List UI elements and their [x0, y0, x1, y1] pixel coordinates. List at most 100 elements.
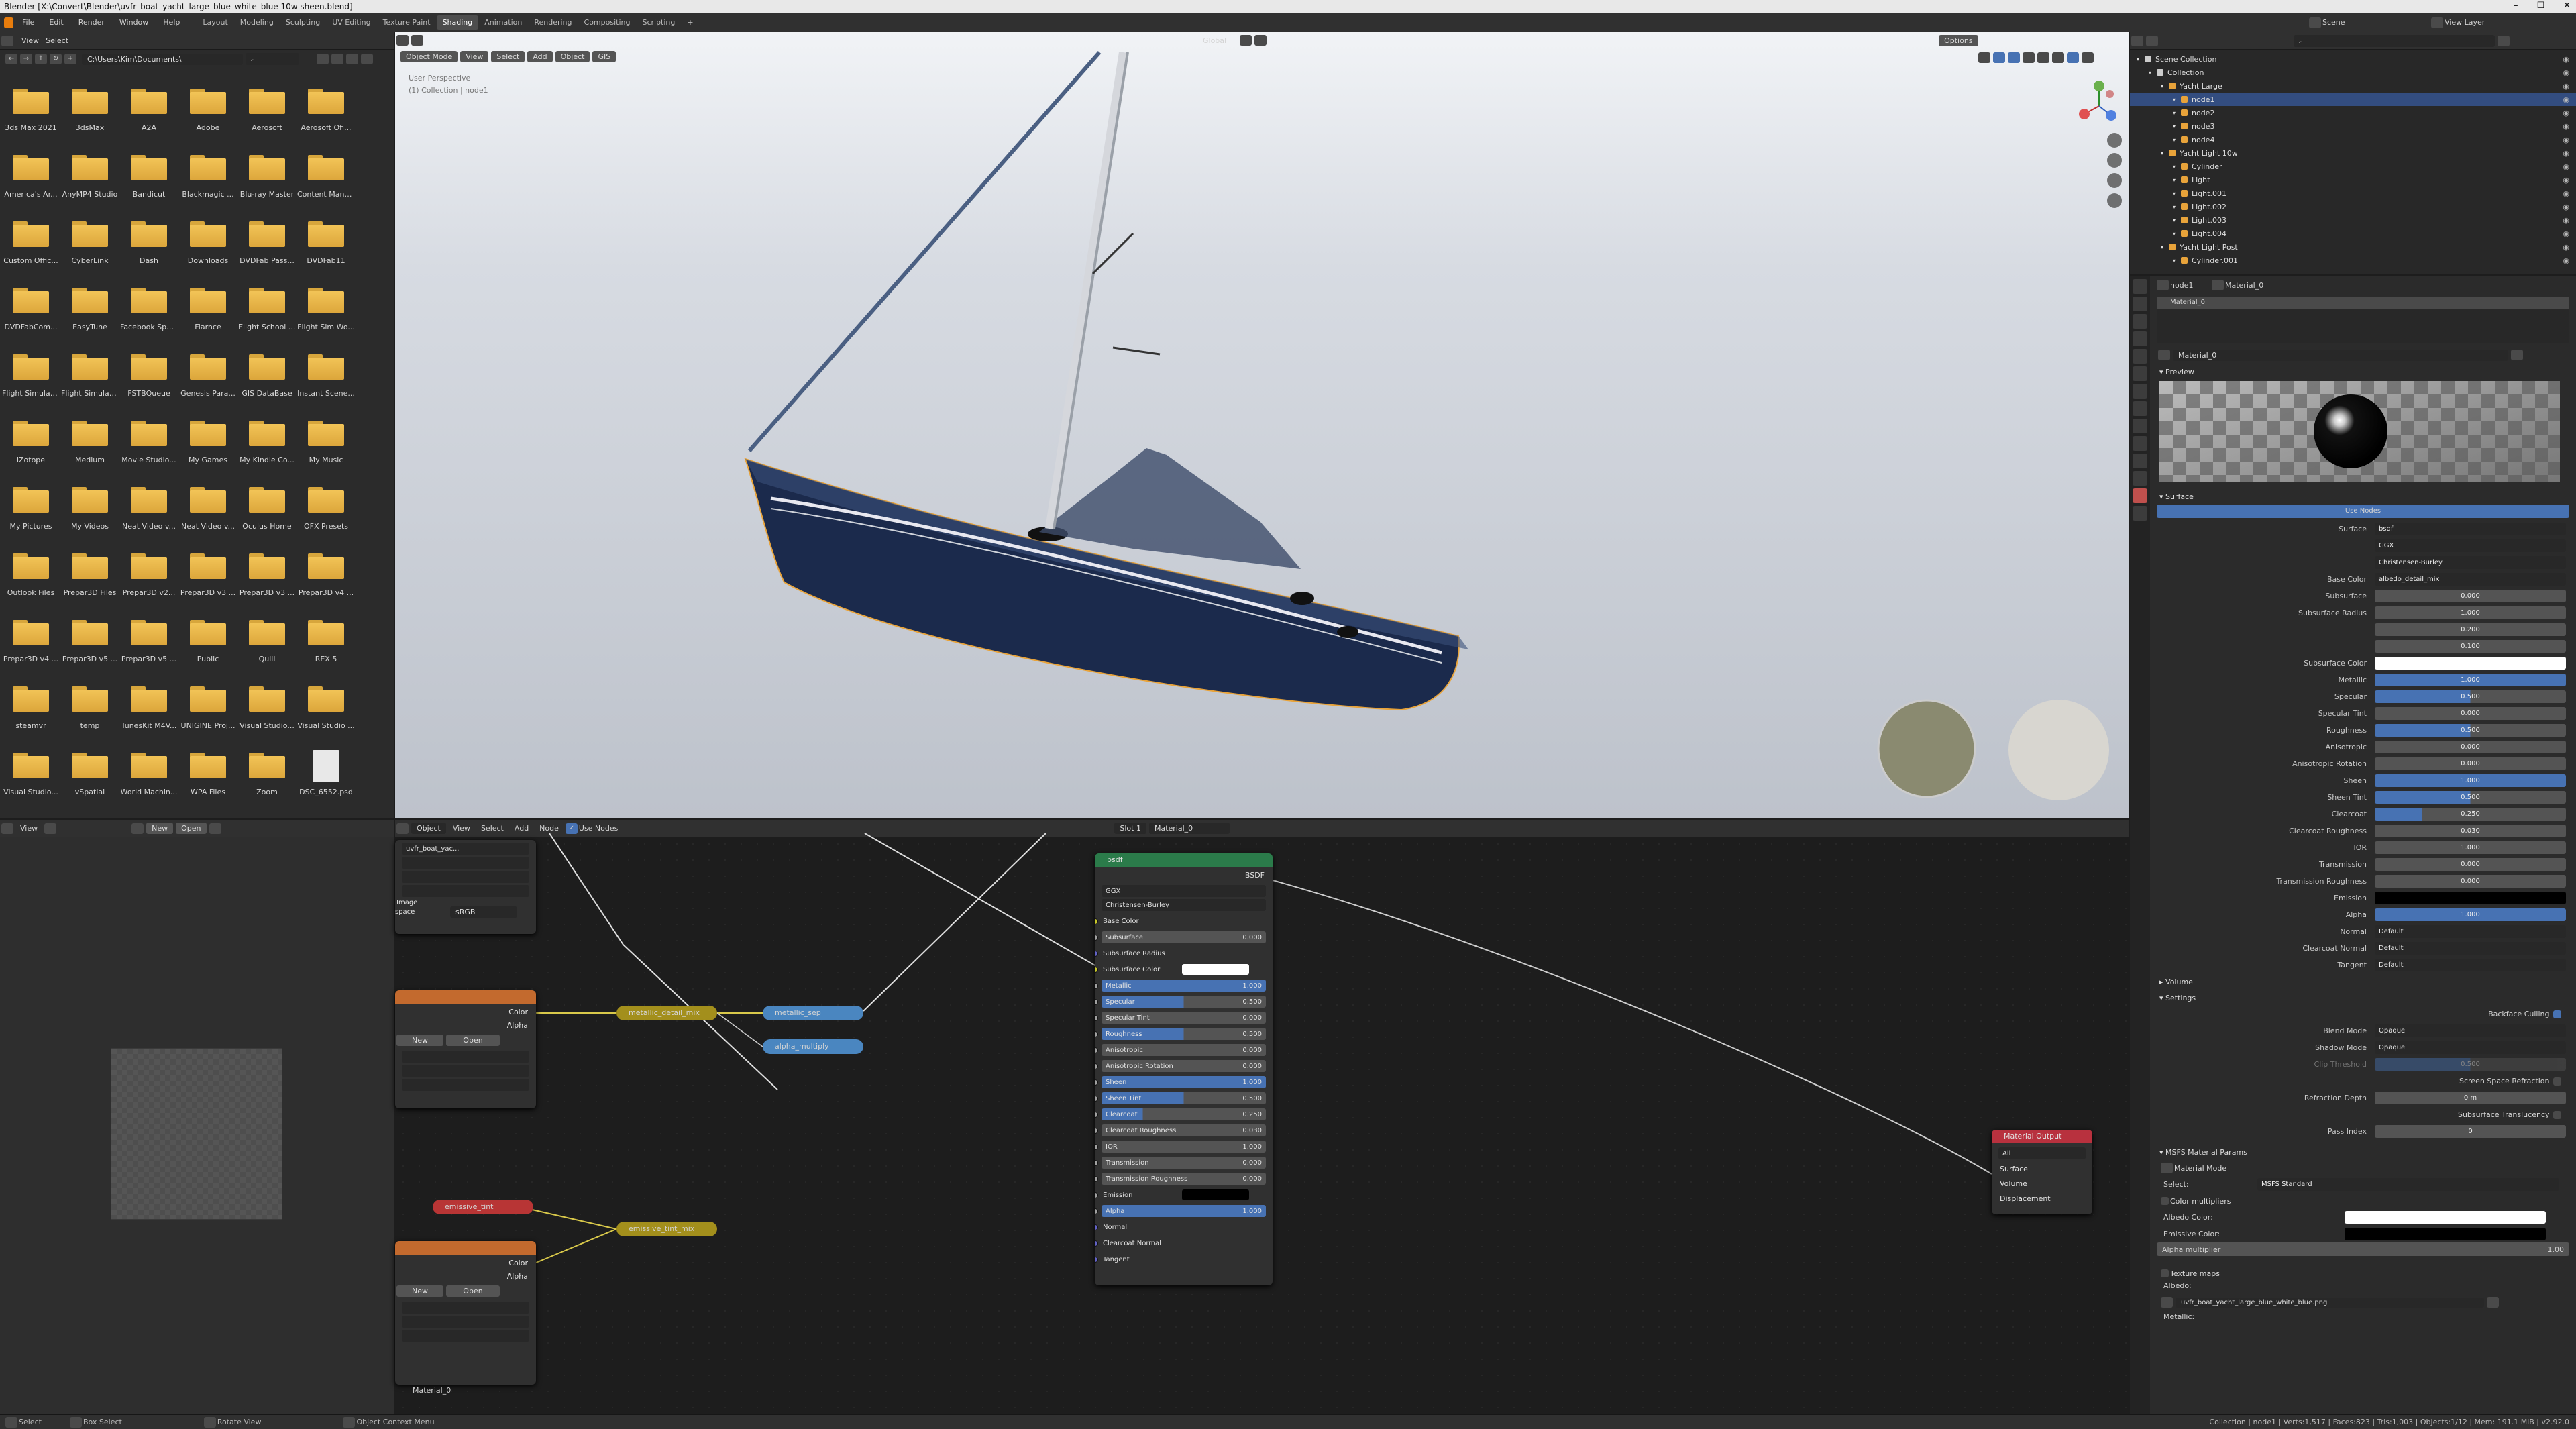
bsdf-input-row[interactable]: Tangent — [1095, 1251, 1273, 1267]
expand-arrow-icon[interactable]: ▾ — [2161, 244, 2169, 250]
folder-item[interactable]: Medium — [60, 417, 119, 470]
folder-item[interactable]: UNIGINE Proj... — [178, 682, 237, 735]
ie-menu-view[interactable]: View — [20, 824, 38, 833]
forward-arrow-icon[interactable]: → — [20, 54, 32, 64]
expand-arrow-icon[interactable]: ▾ — [2161, 83, 2169, 89]
property-value-field[interactable]: 0.000 — [2375, 757, 2566, 770]
ssr-row[interactable]: Screen Space Refraction — [2150, 1073, 2576, 1090]
zoom-icon[interactable] — [2107, 133, 2122, 148]
reroute-emissive-tint[interactable]: emissive_tint — [433, 1200, 533, 1214]
extension-dropdown[interactable] — [402, 1079, 529, 1091]
outliner-item[interactable]: ▾ node2 ◉ — [2130, 106, 2576, 119]
scene-tab-icon[interactable] — [2133, 349, 2147, 364]
editor-type-icon[interactable] — [1, 823, 13, 834]
expand-arrow-icon[interactable]: ▾ — [2173, 191, 2181, 197]
filter-icon[interactable] — [2498, 35, 2510, 46]
tab-modeling[interactable]: Modeling — [234, 15, 280, 30]
folder-item[interactable]: Flight Sim Wo... — [297, 284, 356, 337]
folder-item[interactable]: Facebook Spa... — [119, 284, 178, 337]
folder-item[interactable]: Flight School ... — [237, 284, 297, 337]
alpha-multiplier-field[interactable]: Alpha multiplier 1.00 — [2157, 1242, 2569, 1256]
folder-item[interactable]: World Machin... — [119, 749, 178, 802]
menu-edit[interactable]: Edit — [42, 18, 70, 27]
outliner-item[interactable]: ▾ Scene Collection ◉ — [2130, 52, 2576, 66]
property-value-field[interactable]: 0.000 — [2375, 875, 2566, 888]
bsdf-input-row[interactable]: Normal — [1095, 1219, 1273, 1235]
folder-item[interactable]: Prepar3D v3 ... — [237, 549, 297, 602]
msfs-section-header[interactable]: ▾ MSFS Material Params — [2150, 1144, 2576, 1160]
folder-item[interactable]: Prepar3D v5 ... — [60, 616, 119, 669]
folder-item[interactable]: Neat Video v... — [119, 483, 178, 536]
folder-item[interactable]: Prepar3D v3 ... — [178, 549, 237, 602]
sailboat[interactable] — [744, 51, 1468, 711]
property-value-field[interactable]: 0.000 — [2375, 741, 2566, 753]
folder-item[interactable]: DVDFabCom... — [1, 284, 60, 337]
folder-item[interactable]: My Kindle Co... — [237, 417, 297, 470]
folder-item[interactable]: TunesKit M4V... — [119, 682, 178, 735]
property-value-field[interactable]: 0.500 — [2375, 791, 2566, 804]
folder-item[interactable]: EasyTune — [60, 284, 119, 337]
bsdf-value-field[interactable]: Transmission Roughness 0.000 — [1102, 1173, 1266, 1185]
camera-view-icon[interactable] — [2107, 173, 2122, 188]
pin-icon[interactable] — [209, 823, 221, 834]
folder-item[interactable]: Adobe — [178, 85, 237, 138]
property-value-field[interactable] — [2375, 657, 2566, 670]
search-input[interactable]: ⌕ — [246, 53, 299, 65]
folder-item[interactable]: Neat Video v... — [178, 483, 237, 536]
refresh-icon[interactable]: ↻ — [50, 54, 62, 64]
property-value-field[interactable]: Christensen-Burley — [2375, 556, 2566, 569]
3d-viewport[interactable]: Global Options Object Mode View Select A… — [395, 32, 2129, 818]
expand-arrow-icon[interactable]: ▾ — [2161, 150, 2169, 156]
input-socket[interactable] — [1095, 1063, 1098, 1069]
pan-hand-icon[interactable] — [2107, 153, 2122, 168]
expand-arrow-icon[interactable]: ▾ — [2173, 164, 2181, 170]
emissive-color-swatch[interactable] — [2345, 1228, 2546, 1240]
bsdf-value-field[interactable]: Specular 0.500 — [1102, 996, 1266, 1008]
target-dropdown[interactable]: All — [1998, 1147, 2086, 1159]
display-mode-icon[interactable] — [317, 54, 329, 64]
outliner-item[interactable]: ▾ node4 ◉ — [2130, 133, 2576, 146]
reroute-emissive-tint-mix[interactable]: emissive_tint_mix — [616, 1222, 717, 1236]
use-nodes-button[interactable]: Use Nodes — [2157, 505, 2569, 518]
checkbox-icon[interactable] — [2161, 1269, 2169, 1277]
output-tab-icon[interactable] — [2133, 314, 2147, 329]
input-socket[interactable] — [1095, 1128, 1098, 1134]
path-field[interactable]: C:\Users\Kim\Documents\ — [82, 53, 243, 65]
outliner-item[interactable]: ▾ Light.001 ◉ — [2130, 187, 2576, 200]
tab-shading[interactable]: Shading — [436, 15, 479, 30]
property-value-field[interactable]: 0.500 — [2375, 690, 2566, 703]
image-texture-node-2[interactable]: Color Alpha New Open — [395, 1241, 536, 1385]
bsdf-input-row[interactable]: IOR 1.000 — [1095, 1139, 1273, 1155]
unlink-icon[interactable] — [2487, 1297, 2499, 1308]
folder-item[interactable]: Visual Studio... — [237, 682, 297, 735]
color-swatch[interactable] — [1182, 1189, 1249, 1200]
tab-sculpting[interactable]: Sculpting — [280, 15, 326, 30]
expand-arrow-icon[interactable]: ▾ — [2149, 70, 2157, 76]
property-value-field[interactable]: 0.000 — [2375, 590, 2566, 602]
visibility-eye-icon[interactable]: ◉ — [2563, 109, 2569, 117]
folder-item[interactable]: A2A — [119, 85, 178, 138]
bsdf-value-field[interactable]: Sheen Tint 0.500 — [1102, 1092, 1266, 1104]
preview-section-header[interactable]: ▾ Preview — [2150, 364, 2576, 380]
bsdf-input-row[interactable]: Anisotropic Rotation 0.000 — [1095, 1058, 1273, 1074]
projection-dropdown[interactable] — [402, 1065, 529, 1077]
menu-render[interactable]: Render — [71, 18, 112, 27]
expand-arrow-icon[interactable]: ▾ — [2173, 204, 2181, 210]
image-name-field[interactable]: uvfr_boat_yac... — [402, 843, 529, 855]
tab-layout[interactable]: Layout — [197, 15, 233, 30]
folder-item[interactable]: Aerosoft — [237, 85, 297, 138]
outliner-item[interactable]: ▾ Light.003 ◉ — [2130, 213, 2576, 227]
folder-item[interactable]: Custom Offic... — [1, 217, 60, 270]
visibility-eye-icon[interactable]: ◉ — [2563, 189, 2569, 198]
folder-item[interactable]: AnyMP4 Studio — [60, 151, 119, 204]
folder-item[interactable]: DVDFab Pass... — [237, 217, 297, 270]
material-browse-icon[interactable] — [2158, 350, 2170, 360]
shadow-mode-dropdown[interactable]: Opaque — [2375, 1041, 2566, 1054]
folder-item[interactable]: Zoom — [237, 749, 297, 802]
parent-dir-icon[interactable]: ↑ — [35, 54, 47, 64]
pass-index-field[interactable]: 0 — [2375, 1125, 2566, 1138]
material-slot-list[interactable]: Material_0 — [2157, 297, 2569, 343]
property-value-field[interactable]: 0.200 — [2375, 623, 2566, 636]
msfs-select-dropdown[interactable]: MSFS Standard — [2257, 1178, 2559, 1191]
folder-item[interactable]: 3ds Max 2021 — [1, 85, 60, 138]
